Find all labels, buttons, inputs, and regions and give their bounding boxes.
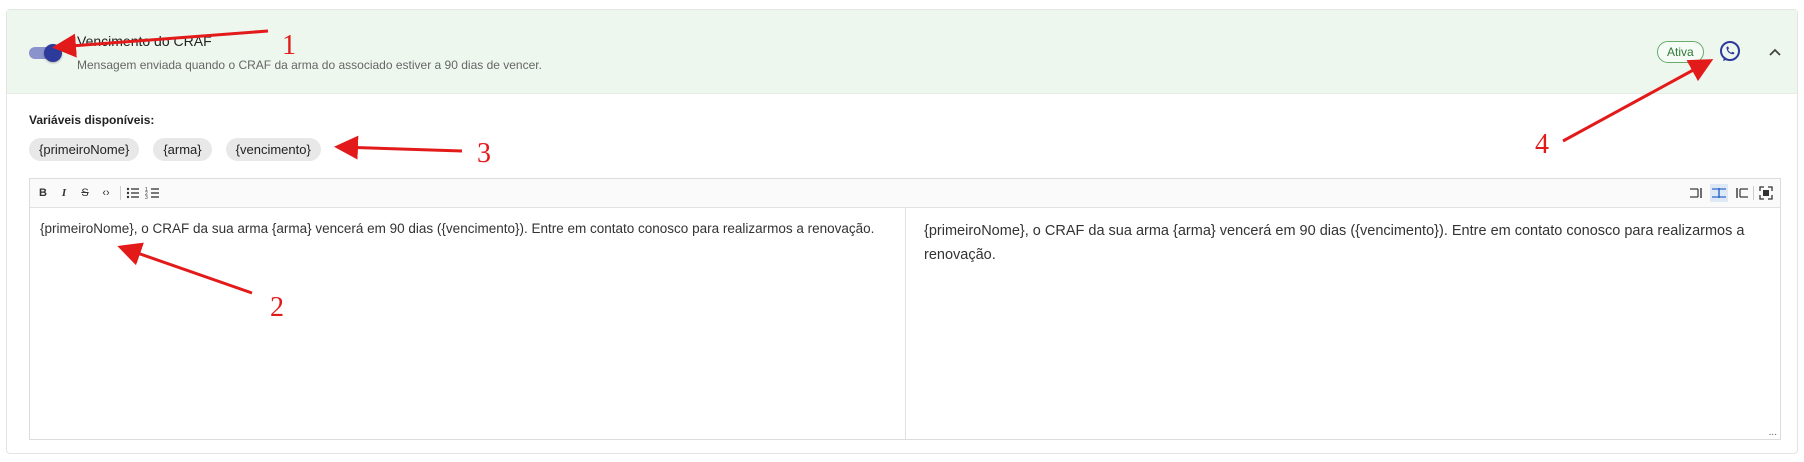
enable-toggle[interactable]	[29, 44, 63, 62]
status-badge: Ativa	[1657, 41, 1704, 63]
whatsapp-icon[interactable]	[1717, 39, 1743, 65]
resize-handle[interactable]: ...	[1769, 427, 1777, 438]
ordered-list-icon[interactable]: 123	[144, 184, 162, 202]
annotation-label-2: 2	[270, 292, 284, 323]
variable-chip[interactable]: {arma}	[153, 138, 212, 161]
strikethrough-icon[interactable]: S	[76, 184, 94, 202]
preview-only-icon[interactable]	[1732, 184, 1750, 202]
markdown-preview-pane: {primeiroNome}, o CRAF da sua arma {arma…	[924, 223, 1745, 263]
card-header[interactable]: Vencimento do CRAF Mensagem enviada quan…	[7, 10, 1797, 94]
toolbar-divider	[120, 186, 121, 200]
variable-chip[interactable]: {vencimento}	[225, 138, 321, 161]
notification-title: Vencimento do CRAF	[77, 33, 212, 49]
bold-icon[interactable]: B	[34, 184, 52, 202]
split-view-icon[interactable]	[1710, 184, 1728, 202]
chevron-up-icon[interactable]	[1766, 43, 1784, 61]
annotation-label-1: 1	[282, 30, 296, 61]
annotation-label-4: 4	[1535, 129, 1549, 160]
svg-text:3: 3	[145, 195, 148, 201]
markdown-editor: B I S ‹› 123 {primeiroNome}, o CRAF da s…	[29, 178, 1781, 440]
markdown-source-pane[interactable]: {primeiroNome}, o CRAF da sua arma {arma…	[30, 207, 906, 439]
code-icon[interactable]: ‹›	[97, 184, 115, 202]
edit-only-icon[interactable]	[1688, 184, 1706, 202]
annotation-label-3: 3	[477, 138, 491, 169]
notification-subtitle: Mensagem enviada quando o CRAF da arma d…	[77, 58, 542, 72]
variables-label: Variáveis disponíveis:	[29, 113, 155, 127]
toggle-thumb	[44, 44, 62, 62]
toolbar-divider	[1753, 186, 1754, 200]
bullet-list-icon[interactable]	[124, 184, 142, 202]
italic-icon[interactable]: I	[55, 184, 73, 202]
variable-chip[interactable]: {primeiroNome}	[29, 138, 140, 161]
variable-chips: {primeiroNome} {arma} {vencimento}	[29, 138, 321, 161]
editor-toolbar: B I S ‹› 123	[30, 179, 1780, 208]
notification-card: Vencimento do CRAF Mensagem enviada quan…	[6, 9, 1798, 454]
fullscreen-icon[interactable]	[1757, 184, 1775, 202]
